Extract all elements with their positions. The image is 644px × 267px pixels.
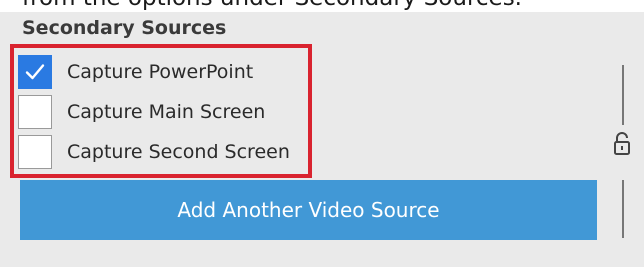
top-caption: from the options under Secondary Sources…: [22, 0, 522, 12]
lock-icon[interactable]: [612, 130, 632, 158]
option-label: Capture Main Screen: [67, 101, 266, 123]
top-caption-strip: from the options under Secondary Sources…: [0, 0, 644, 12]
secondary-sources-panel: from the options under Secondary Sources…: [0, 0, 644, 267]
option-capture-second-screen[interactable]: Capture Second Screen: [18, 135, 290, 169]
check-icon: [25, 64, 45, 80]
option-label: Capture Second Screen: [67, 141, 290, 163]
divider-line: [622, 180, 624, 238]
option-label: Capture PowerPoint: [67, 61, 254, 83]
section-heading: Secondary Sources: [22, 17, 227, 39]
add-video-source-button[interactable]: Add Another Video Source: [20, 180, 597, 240]
checkbox-capture-powerpoint[interactable]: [18, 55, 52, 89]
option-capture-main-screen[interactable]: Capture Main Screen: [18, 95, 265, 129]
divider-line: [622, 65, 624, 125]
option-capture-powerpoint[interactable]: Capture PowerPoint: [18, 55, 253, 89]
checkbox-capture-main-screen[interactable]: [18, 95, 52, 129]
checkbox-capture-second-screen[interactable]: [18, 135, 52, 169]
